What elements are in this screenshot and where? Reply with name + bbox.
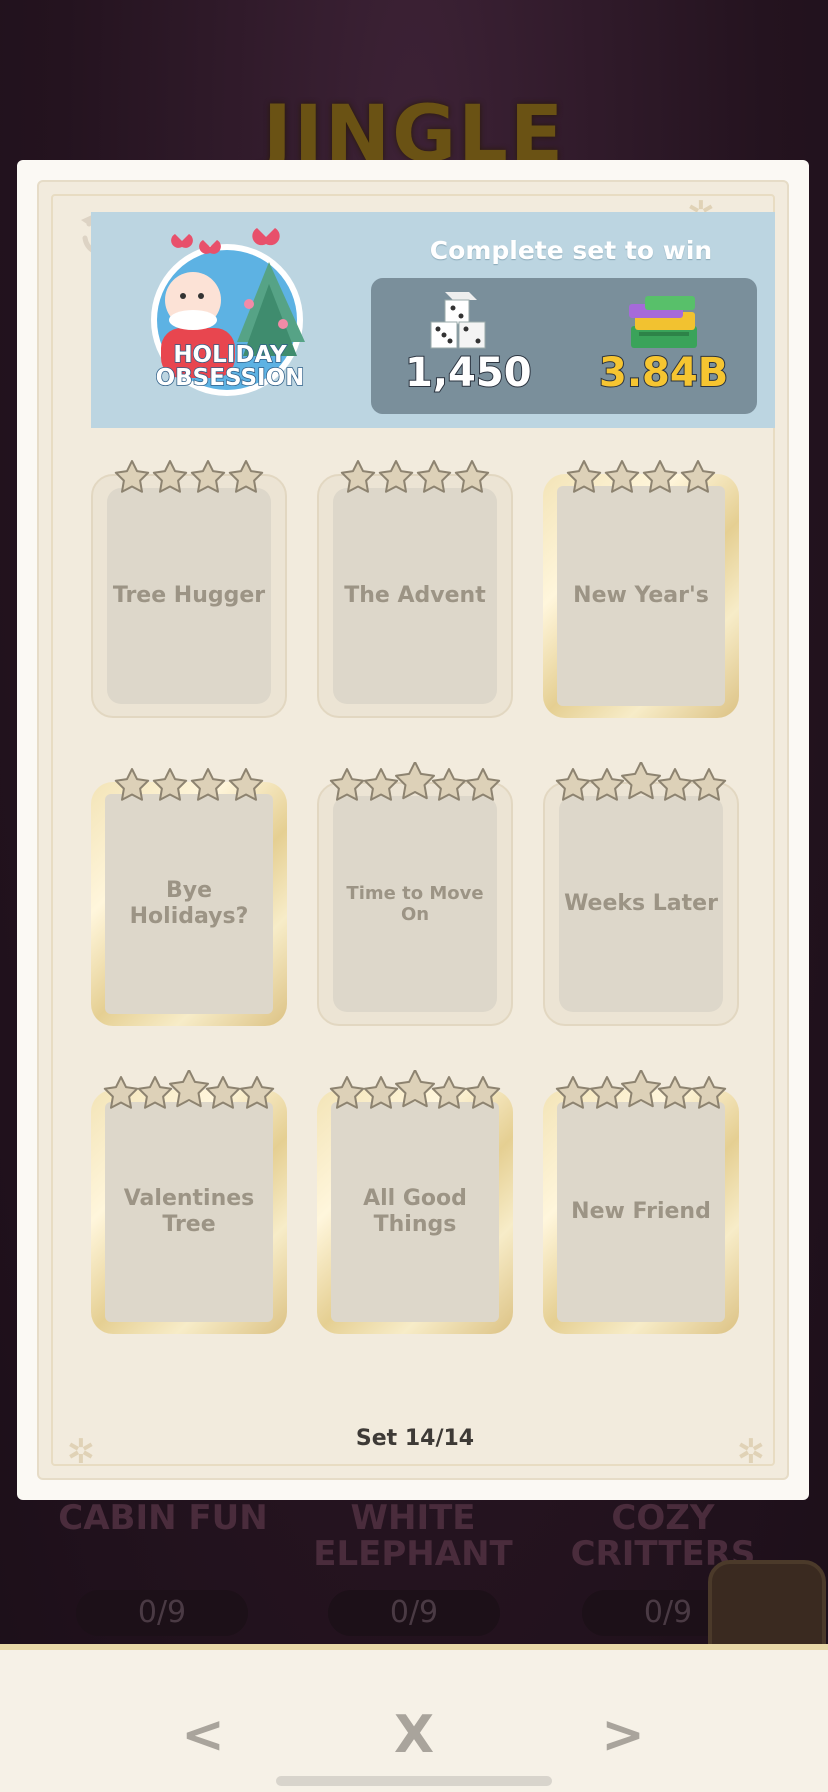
chevron-right-icon[interactable]: > <box>588 1700 658 1770</box>
star-icon <box>363 768 399 801</box>
star-icon <box>395 762 435 800</box>
star-icon <box>114 460 150 493</box>
star-icon <box>604 460 640 493</box>
set-badge-name: HOLIDAY OBSESSION <box>155 342 305 391</box>
star-icon <box>169 1070 209 1108</box>
home-indicator <box>276 1776 552 1786</box>
background-progress-cabin-fun: 0/9 <box>76 1590 248 1636</box>
chevron-left-icon[interactable]: < <box>168 1700 238 1770</box>
card-name: Valentines Tree <box>123 1186 255 1237</box>
star-icon <box>190 460 226 493</box>
star-icon <box>103 1076 139 1109</box>
set-reward-header: HOLIDAY OBSESSION Complete set to win 1,… <box>91 212 775 428</box>
star-icon <box>454 460 490 493</box>
star-icon <box>555 1076 591 1109</box>
star-icon <box>431 768 467 801</box>
star-icon <box>555 768 591 801</box>
card-the-advent[interactable]: The Advent <box>317 454 513 718</box>
star-icon <box>228 768 264 801</box>
card-name: Tree Hugger <box>112 583 266 608</box>
card-stars <box>555 762 727 801</box>
star-icon <box>137 1076 173 1109</box>
star-icon <box>431 1076 467 1109</box>
star-icon <box>465 1076 501 1109</box>
card-stars <box>340 460 490 493</box>
card-name: New Year's <box>573 583 709 608</box>
cash-stack-icon <box>629 296 697 348</box>
card-stars <box>329 762 501 801</box>
dice-reward-amount: 1,450 <box>404 349 533 397</box>
card-name: Weeks Later <box>564 891 718 916</box>
star-icon <box>589 1076 625 1109</box>
cash-reward-amount: 3.84B <box>598 349 729 397</box>
card-frame: Valentines Tree <box>91 1090 287 1334</box>
close-icon[interactable]: X <box>379 1700 449 1770</box>
set-counter: Set 14/14 <box>355 1426 475 1451</box>
bottom-navigation-bar: < X > <box>0 1644 828 1792</box>
star-icon <box>363 1076 399 1109</box>
card-stars <box>103 1070 275 1109</box>
card-name: Bye Holidays? <box>129 878 249 929</box>
background-set-cabin-fun: CABIN FUN <box>58 1498 268 1538</box>
card-frame: New Friend <box>543 1090 739 1334</box>
star-icon <box>329 768 365 801</box>
star-icon <box>205 1076 241 1109</box>
background-progress-white-elephant: 0/9 <box>328 1590 500 1636</box>
card-frame: Time to Move On <box>317 782 513 1026</box>
card-frame: The Advent <box>317 474 513 718</box>
star-icon <box>114 768 150 801</box>
card-stars <box>329 1070 501 1109</box>
card-name: New Friend <box>571 1199 711 1224</box>
star-icon <box>657 768 693 801</box>
star-icon <box>691 1076 727 1109</box>
complete-set-text: Complete set to win <box>429 236 713 265</box>
star-icon <box>152 768 188 801</box>
card-valentines-tree[interactable]: Valentines Tree <box>91 1070 287 1334</box>
star-icon <box>621 762 661 800</box>
card-time-to-move-on[interactable]: Time to Move On <box>317 762 513 1026</box>
star-icon <box>239 1076 275 1109</box>
star-icon <box>152 460 188 493</box>
star-icon <box>642 460 678 493</box>
card-frame: Tree Hugger <box>91 474 287 718</box>
card-new-friend[interactable]: New Friend <box>543 1070 739 1334</box>
card-stars <box>114 768 264 801</box>
star-icon <box>589 768 625 801</box>
card-frame: All Good Things <box>317 1090 513 1334</box>
reward-box: 1,450 3.84B <box>371 278 757 414</box>
star-icon <box>566 460 602 493</box>
dice-icon <box>430 292 486 349</box>
star-icon <box>657 1076 693 1109</box>
card-name: All Good Things <box>363 1186 467 1237</box>
set-detail-modal: ✲ ✲ ✲ HO <box>17 160 809 1500</box>
card-frame: Bye Holidays? <box>91 782 287 1026</box>
album-panel: ✲ ✲ ✲ HO <box>37 180 789 1480</box>
card-stars <box>566 460 716 493</box>
star-icon <box>621 1070 661 1108</box>
card-frame: Weeks Later <box>543 782 739 1026</box>
background-set-white-elephant: WHITE ELEPHANT <box>313 1498 513 1574</box>
star-icon <box>465 768 501 801</box>
star-icon <box>329 1076 365 1109</box>
card-name: The Advent <box>344 583 486 608</box>
card-bye-holidays[interactable]: Bye Holidays? <box>91 762 287 1026</box>
star-icon <box>691 768 727 801</box>
star-icon <box>416 460 452 493</box>
card-stars <box>114 460 264 493</box>
card-tree-hugger[interactable]: Tree Hugger <box>91 454 287 718</box>
card-name: Time to Move On <box>346 883 484 925</box>
star-icon <box>395 1070 435 1108</box>
card-all-good-things[interactable]: All Good Things <box>317 1070 513 1334</box>
star-icon <box>228 460 264 493</box>
card-weeks-later[interactable]: Weeks Later <box>543 762 739 1026</box>
star-icon <box>680 460 716 493</box>
star-icon <box>378 460 414 493</box>
star-icon <box>340 460 376 493</box>
card-new-years[interactable]: New Year's <box>543 454 739 718</box>
card-frame: New Year's <box>543 474 739 718</box>
card-stars <box>555 1070 727 1109</box>
star-icon <box>190 768 226 801</box>
